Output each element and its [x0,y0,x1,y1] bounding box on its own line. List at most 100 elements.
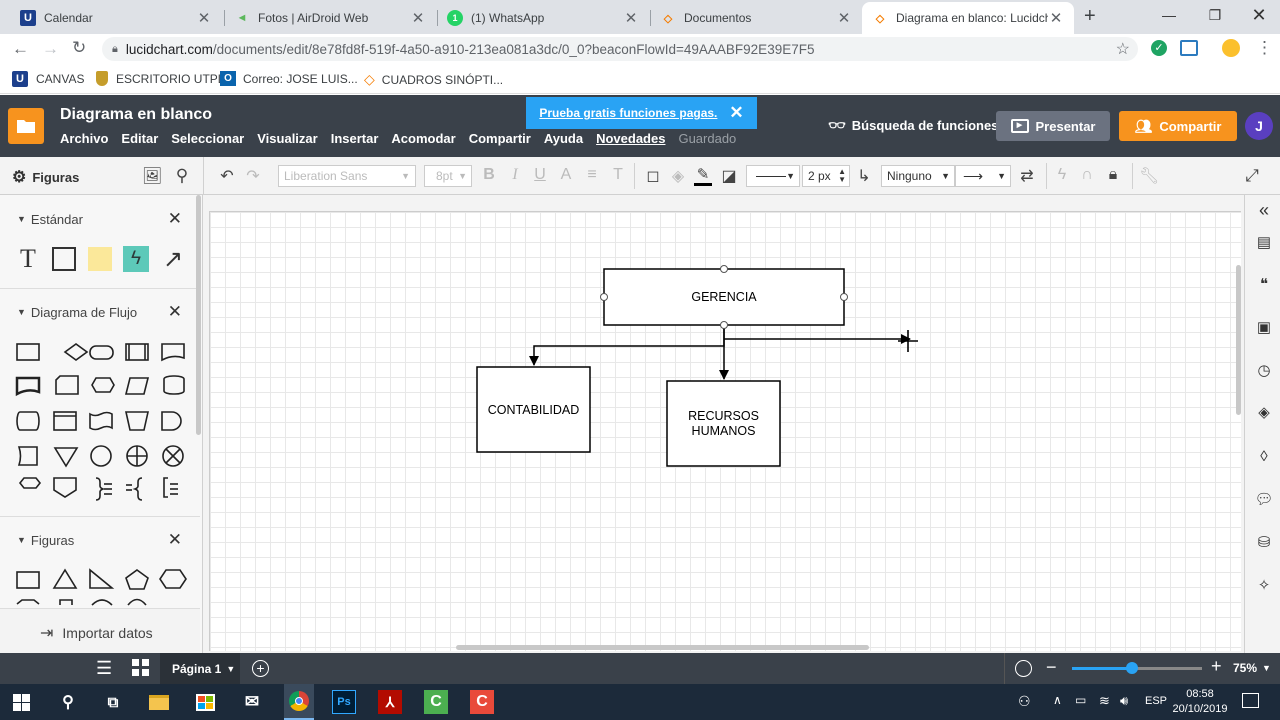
address-bar[interactable]: 🔒︎ lucidchart.com/documents/edit/8e78fd8… [102,37,1138,61]
language-indicator[interactable]: ESP [1145,695,1167,707]
rectangle-shape[interactable] [51,246,77,272]
extension-screen-icon[interactable] [1180,40,1198,56]
section-shapes[interactable]: ▼ Figuras ✕ [0,528,200,552]
task-view-icon[interactable]: ⧉ [101,690,125,714]
align-icon[interactable]: ≡ [582,166,602,184]
fill-drop-icon[interactable]: ◊ [1253,445,1275,467]
back-icon[interactable]: ← [12,39,29,59]
menu-editar[interactable]: Editar [121,131,158,146]
photoshop-icon[interactable]: Ps [332,690,356,714]
swap-endpoints-icon[interactable]: ⇄ [1017,166,1037,186]
redo-icon[interactable]: ↷ [243,166,263,186]
lightning-icon[interactable]: ϟ [1052,166,1072,184]
wrench-icon[interactable]: 🔧︎ [1139,166,1159,186]
section-flowchart[interactable]: ▼ Diagrama de Flujo ✕ [0,300,200,324]
menu-acomodar[interactable]: Acomodar [391,131,455,146]
node-recursos-humanos[interactable]: RECURSOS HUMANOS [666,380,781,467]
maximize-icon[interactable]: ❐ [1192,0,1238,30]
clock[interactable]: 08:58 20/10/2019 [1170,687,1230,717]
import-data-button[interactable]: ⇥ Importar datos [40,623,153,643]
line-shape-icon[interactable]: ↳ [854,166,874,186]
menu-ayuda[interactable]: Ayuda [544,131,583,146]
arrow-line-tool[interactable]: ↗ [160,246,186,273]
undo-icon[interactable]: ↶ [217,166,237,186]
people-icon[interactable]: ⚇ [1018,693,1031,710]
stepper-arrows-icon[interactable]: ▲ ▼ [838,168,846,184]
notifications-icon[interactable] [1242,693,1259,708]
close-icon[interactable]: ✕ [836,9,852,27]
list-view-icon[interactable]: ☰ [96,659,112,677]
grid-view-icon[interactable] [132,659,149,676]
tab-diagrama-active[interactable]: ◇ Diagrama en blanco: Lucidchart ✕ [862,2,1074,34]
data-linking-icon[interactable]: ⛁ [1253,531,1275,553]
lock-icon[interactable]: 🔒︎ [1103,166,1123,184]
drawing-canvas[interactable]: GERENCIA CONTABILIDAD RECURSOS HUMANOS [209,211,1241,651]
search-icon[interactable]: ⚲ [56,690,80,714]
reload-icon[interactable]: ↻ [72,38,86,58]
zoom-slider[interactable] [1072,662,1202,674]
end-endpoint-dropdown[interactable]: ⟶ ▼ [955,165,1011,187]
start-endpoint-dropdown[interactable]: Ninguno ▼ [881,165,955,187]
menu-novedades[interactable]: Novedades [596,131,665,146]
tray-chevron-up-icon[interactable]: ∧ [1053,693,1062,707]
promo-banner[interactable]: Prueba gratis funciones pagas. ✕ [526,97,757,129]
text-color-icon[interactable]: A [556,166,576,184]
close-icon[interactable]: ✕ [168,302,182,322]
close-icon[interactable]: ✕ [196,9,212,27]
camtasia-icon[interactable]: C [424,690,448,714]
feature-search-button[interactable]: 👓︎ Búsqueda de funciones [828,117,998,134]
image-icon[interactable]: 🖼︎ [142,166,162,186]
history-clock-icon[interactable]: ◷ [1253,359,1275,381]
sticky-note-shape[interactable] [87,246,113,272]
wifi-icon[interactable]: ≋ [1099,693,1110,709]
panel-scrollbar[interactable] [196,195,201,435]
border-icon[interactable]: ◻ [643,166,663,186]
close-icon[interactable]: ✕ [623,9,639,27]
acrobat-icon[interactable]: ⅄ [378,690,402,714]
file-explorer-icon[interactable] [147,690,171,714]
menu-visualizar[interactable]: Visualizar [257,131,317,146]
close-icon[interactable]: ✕ [729,103,743,123]
section-standard[interactable]: ▼ Estándar ✕ [0,207,200,231]
store-icon[interactable] [193,690,217,714]
search-icon[interactable]: ⚲ [172,166,192,186]
mail-icon[interactable]: ✉ [240,690,264,714]
font-size-dropdown[interactable]: 8pt ▼ [424,165,472,187]
connector-gerencia-contabilidad[interactable] [529,325,725,366]
chrome-taskbar-button[interactable] [284,684,314,720]
minimize-icon[interactable]: — [1146,0,1192,30]
menu-insertar[interactable]: Insertar [331,131,379,146]
volume-icon[interactable]: 🔊︎ [1120,693,1128,709]
text-options-icon[interactable]: T [608,166,628,184]
close-icon[interactable]: ✕ [168,209,182,229]
close-icon[interactable]: ✕ [168,530,182,550]
layers-icon[interactable]: ◈ [1253,401,1275,423]
magnet-icon[interactable]: ∩ [1077,166,1097,184]
bookmark-correo[interactable]: O Correo: JOSE LUIS... [220,71,358,86]
line-width-stepper[interactable]: 2 px ▲ ▼ [802,165,850,187]
quick-shape-lightning-icon[interactable]: ϟ [123,246,149,272]
tab-airdroid[interactable]: ◄ Fotos | AirDroid Web ✕ [224,2,436,34]
navigate-icon[interactable] [1015,660,1032,677]
bold-icon[interactable]: B [479,166,499,184]
comment-quote-icon[interactable]: ❝ [1253,273,1275,295]
bookmark-escritorio[interactable]: ESCRITORIO UTPL [96,71,224,86]
extension-check-icon[interactable]: ✓ [1151,40,1167,56]
line-color-icon[interactable]: ✎ [693,165,713,187]
documents-folder-button[interactable] [8,108,44,144]
underline-icon[interactable]: U [530,166,550,184]
close-icon[interactable]: ✕ [410,9,426,27]
node-gerencia[interactable]: GERENCIA [600,265,848,329]
menu-archivo[interactable]: Archivo [60,131,108,146]
style-options-icon[interactable]: ◪ [719,166,739,186]
collapse-panel-icon[interactable]: « [1253,199,1275,221]
page-tab[interactable]: Página 1 ▼ [160,653,240,684]
extension-badge-icon[interactable] [1222,39,1240,57]
canvas-vertical-scrollbar[interactable] [1236,265,1241,415]
flowchart-shapes-grid[interactable] [12,338,192,503]
bookmark-star-icon[interactable]: ☆ [1116,39,1130,59]
bookmark-canvas[interactable]: U CANVAS [12,71,84,87]
basic-shapes-grid[interactable] [12,567,192,607]
windows-start-icon[interactable] [13,694,30,711]
zoom-dropdown[interactable]: 75% ▼ [1233,661,1271,675]
